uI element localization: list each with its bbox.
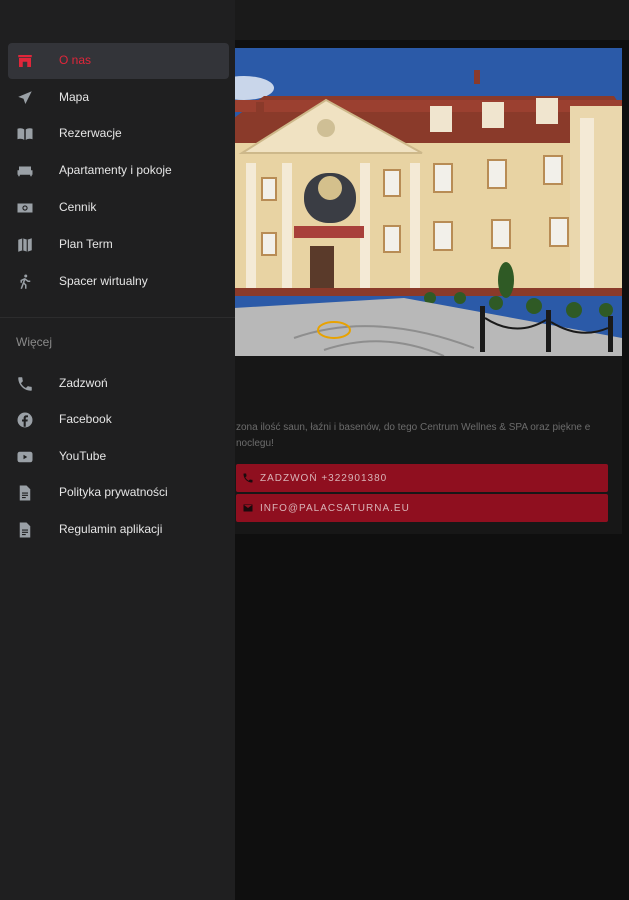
nav-item-regulamin-aplikacji[interactable]: Regulamin aplikacji [8, 512, 229, 548]
nav-item-youtube[interactable]: YouTube [8, 439, 229, 475]
call-button[interactable]: ZADZWOŃ +322901380 [236, 464, 608, 492]
nav-item-label: Mapa [59, 90, 90, 104]
phone-icon [16, 375, 34, 393]
nav-item-label: Regulamin aplikacji [59, 522, 163, 536]
bed-icon [16, 162, 34, 180]
nav-item-label: Plan Term [59, 237, 113, 251]
drawer-divider [0, 317, 235, 318]
facebook-icon [16, 411, 34, 429]
nav-item-apartamenty-i-pokoje[interactable]: Apartamenty i pokoje [8, 153, 229, 189]
nav-item-label: Facebook [59, 412, 112, 426]
hero-image-palace [234, 48, 622, 356]
section-title-more: Więcej [16, 335, 53, 349]
nav-item-label: Polityka prywatności [59, 485, 168, 499]
money-icon [16, 199, 34, 217]
nav-item-zadzwon[interactable]: Zadzwoń [8, 366, 229, 402]
nav-item-plan-term[interactable]: Plan Term [8, 227, 229, 263]
walking-icon [16, 273, 34, 291]
book-icon [16, 125, 34, 143]
navigation-drawer: O nas Mapa Rezerwacje Apartamenty i poko… [0, 0, 235, 900]
nav-item-label: O nas [59, 53, 92, 67]
call-button-label: ZADZWOŃ +322901380 [260, 472, 388, 484]
nav-item-facebook[interactable]: Facebook [8, 402, 229, 438]
nav-item-label: Zadzwoń [59, 376, 108, 390]
nav-item-mapa[interactable]: Mapa [8, 80, 229, 116]
email-button[interactable]: INFO@PALACSATURNA.EU [236, 494, 608, 522]
map-icon [16, 236, 34, 254]
nav-item-label: Cennik [59, 200, 97, 214]
description-text: zona ilość saun, łaźni i basenów, do teg… [236, 422, 591, 449]
home-icon [16, 52, 34, 70]
document-icon [16, 484, 34, 502]
nav-item-cennik[interactable]: Cennik [8, 190, 229, 226]
navigation-arrow-icon [16, 89, 34, 107]
phone-icon [242, 472, 254, 484]
nav-item-spacer-wirtualny[interactable]: Spacer wirtualny [8, 264, 229, 300]
document-icon [16, 521, 34, 539]
nav-item-o-nas[interactable]: O nas [8, 43, 229, 79]
nav-item-label: YouTube [59, 449, 107, 463]
nav-item-label: Rezerwacje [59, 126, 122, 140]
nav-item-label: Spacer wirtualny [59, 274, 148, 288]
nav-item-label: Apartamenty i pokoje [59, 163, 172, 177]
youtube-icon [16, 448, 34, 466]
nav-item-polityka-prywatnosci[interactable]: Polityka prywatności [8, 475, 229, 511]
nav-item-rezerwacje[interactable]: Rezerwacje [8, 116, 229, 152]
email-icon [242, 502, 254, 514]
email-button-label: INFO@PALACSATURNA.EU [260, 502, 410, 514]
